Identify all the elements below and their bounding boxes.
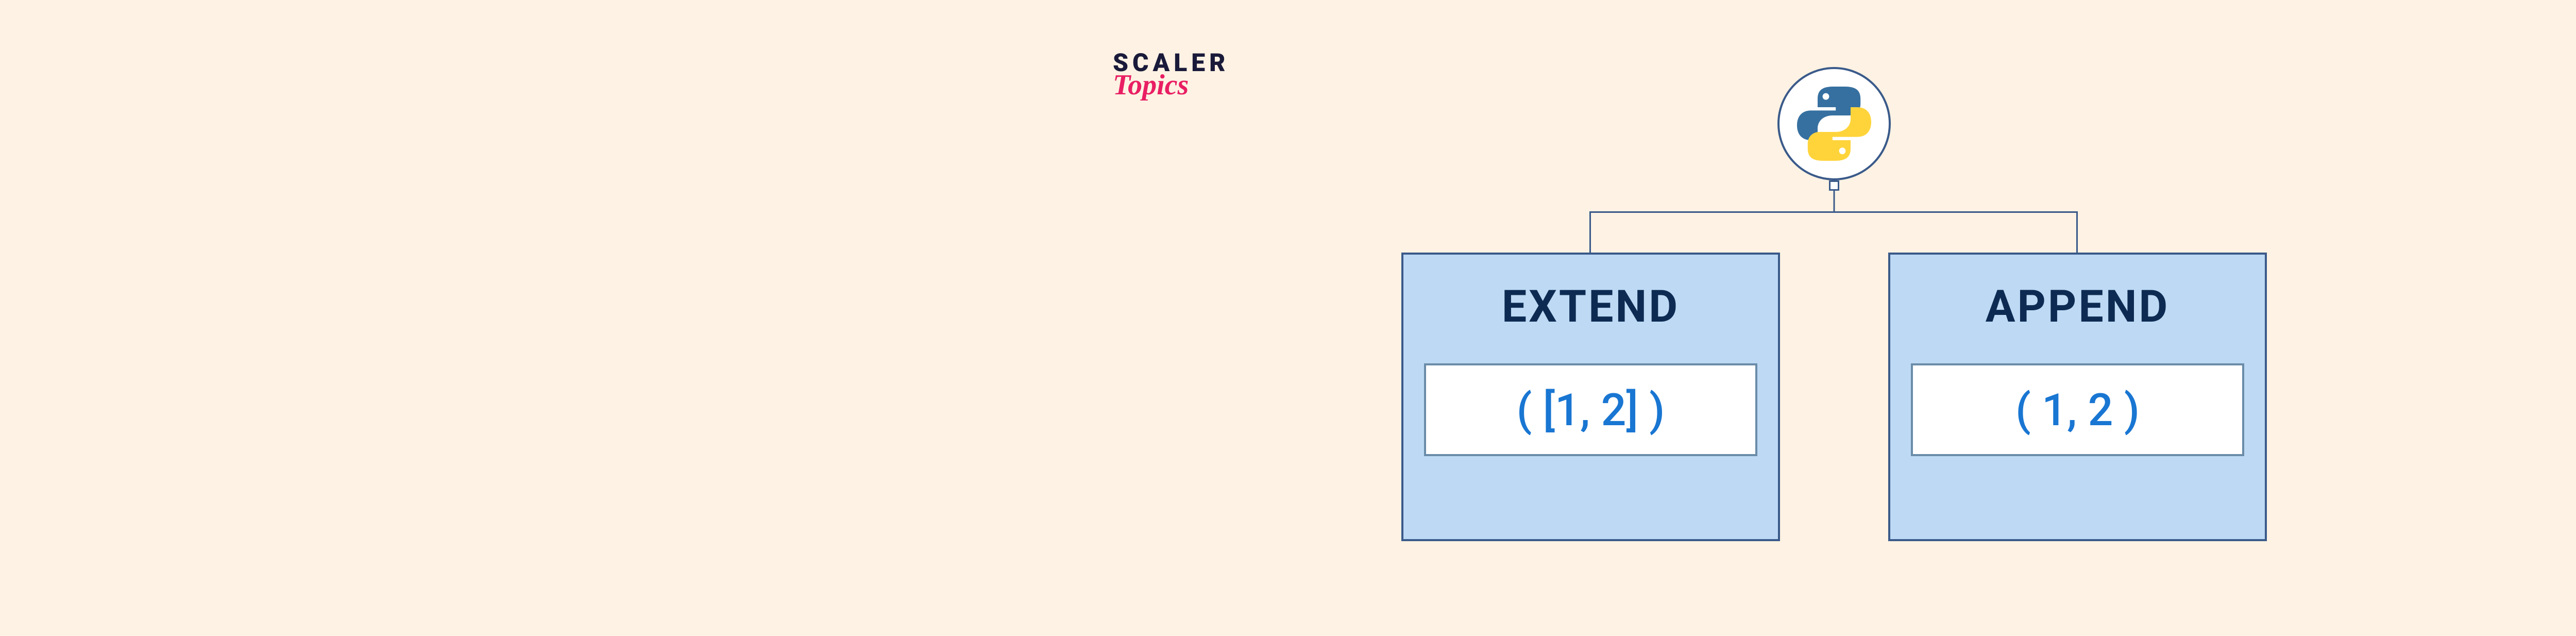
append-box: APPEND ( 1, 2 ) [1888, 253, 2267, 541]
extend-box: EXTEND ( [1, 2] ) [1401, 253, 1780, 541]
extend-title: EXTEND [1424, 280, 1757, 332]
python-logo-icon [1793, 82, 1875, 165]
connector-line [1834, 191, 1835, 211]
extend-value: ( [1, 2] ) [1424, 363, 1757, 456]
python-logo-circle [1777, 67, 1891, 180]
connector-node [1829, 180, 1839, 191]
append-title: APPEND [1911, 280, 2244, 332]
connector-line [1589, 211, 1591, 253]
append-value: ( 1, 2 ) [1911, 363, 2244, 456]
connector-line [1589, 211, 2078, 213]
extend-append-diagram: EXTEND ( [1, 2] ) APPEND ( 1, 2 ) [1401, 67, 2267, 582]
scaler-topics-logo: SCALER Topics [1113, 52, 1229, 102]
connector-line [2076, 211, 2078, 253]
